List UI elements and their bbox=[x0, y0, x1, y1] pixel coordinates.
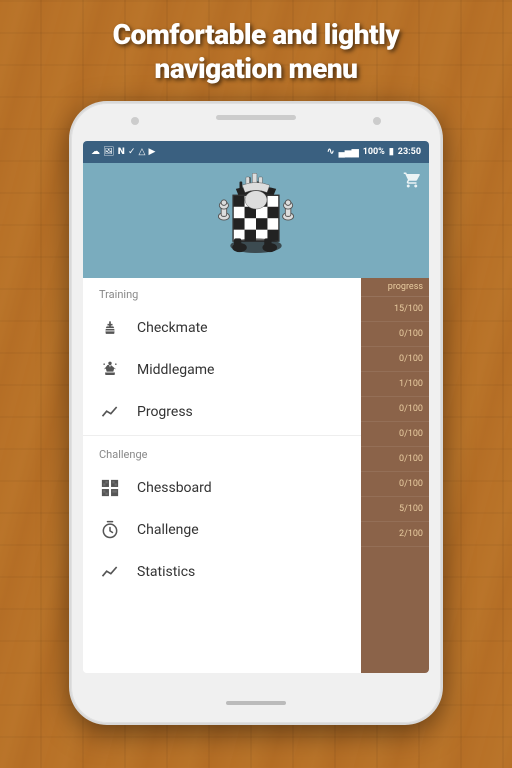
section-training-label: Training bbox=[83, 278, 361, 307]
cloud-icon: ☁ bbox=[91, 147, 100, 157]
menu-item-progress[interactable]: Progress bbox=[83, 391, 361, 433]
cart-button[interactable] bbox=[403, 171, 421, 194]
challenge-label: Challenge bbox=[137, 522, 199, 538]
king-icon bbox=[99, 317, 121, 339]
headline-line1: Comfortable and lightly bbox=[113, 18, 400, 51]
menu-item-statistics[interactable]: Statistics bbox=[83, 551, 361, 593]
phone-home-bar bbox=[226, 701, 286, 705]
headline-line2: navigation menu bbox=[155, 52, 358, 85]
progress-item-2: 0/100 bbox=[361, 347, 429, 372]
notif-icon: 𝗡 bbox=[117, 147, 125, 157]
warning-icon: △ bbox=[139, 147, 146, 157]
play-icon: ▶ bbox=[148, 147, 155, 157]
right-panel: progress 15/100 0/100 0/100 1/100 0/100 … bbox=[361, 278, 429, 673]
image-icon: 🖼 bbox=[103, 147, 114, 157]
menu-item-chessboard[interactable]: Chessboard bbox=[83, 467, 361, 509]
menu-item-challenge[interactable]: Challenge bbox=[83, 509, 361, 551]
signal-bar-icon: ▄▅▆ bbox=[338, 147, 358, 158]
grid-icon bbox=[99, 477, 121, 499]
progress-item-4: 0/100 bbox=[361, 397, 429, 422]
right-panel-header: progress bbox=[361, 278, 429, 297]
progress-chart-icon bbox=[99, 401, 121, 423]
progress-item-0: 15/100 bbox=[361, 297, 429, 322]
wifi-icon: ∿ bbox=[327, 147, 335, 157]
check-icon: ✓ bbox=[128, 147, 136, 157]
progress-item-5: 0/100 bbox=[361, 422, 429, 447]
progress-item-6: 0/100 bbox=[361, 447, 429, 472]
divider-1 bbox=[83, 435, 361, 436]
checkmate-label: Checkmate bbox=[137, 320, 208, 336]
middlegame-label: Middlegame bbox=[137, 362, 214, 378]
chess-logo-svg bbox=[201, 168, 311, 273]
statistics-label: Statistics bbox=[137, 564, 195, 580]
timer-icon bbox=[99, 519, 121, 541]
progress-item-7: 0/100 bbox=[361, 472, 429, 497]
progress-item-1: 0/100 bbox=[361, 322, 429, 347]
status-bar: ☁ 🖼 𝗡 ✓ △ ▶ ∿ ▄▅▆ 100% ▮ 23:50 bbox=[83, 141, 429, 163]
menu-list: Training Checkmate bbox=[83, 278, 361, 673]
queen-icon bbox=[99, 359, 121, 381]
chess-logo bbox=[201, 171, 311, 271]
menu-item-middlegame[interactable]: Middlegame bbox=[83, 349, 361, 391]
progress-item-3: 1/100 bbox=[361, 372, 429, 397]
statistics-chart-icon bbox=[99, 561, 121, 583]
progress-item-9: 2/100 bbox=[361, 522, 429, 547]
status-right: ∿ ▄▅▆ 100% ▮ 23:50 bbox=[327, 147, 421, 158]
phone-mockup: ☁ 🖼 𝗡 ✓ △ ▶ ∿ ▄▅▆ 100% ▮ 23:50 bbox=[71, 103, 441, 723]
chessboard-label: Chessboard bbox=[137, 480, 212, 496]
headline: Comfortable and lightly navigation menu bbox=[93, 0, 420, 95]
time-display: 23:50 bbox=[398, 147, 421, 157]
progress-label: Progress bbox=[137, 404, 193, 420]
app-header bbox=[83, 163, 429, 278]
phone-screen: ☁ 🖼 𝗡 ✓ △ ▶ ∿ ▄▅▆ 100% ▮ 23:50 bbox=[83, 141, 429, 673]
progress-item-8: 5/100 bbox=[361, 497, 429, 522]
battery-icon: ▮ bbox=[389, 147, 394, 157]
section-challenge-label: Challenge bbox=[83, 438, 361, 467]
menu-item-checkmate[interactable]: Checkmate bbox=[83, 307, 361, 349]
status-icons-left: ☁ 🖼 𝗡 ✓ △ ▶ bbox=[91, 147, 155, 157]
battery-percent: 100% bbox=[363, 147, 385, 157]
menu-area: Training Checkmate bbox=[83, 278, 429, 673]
